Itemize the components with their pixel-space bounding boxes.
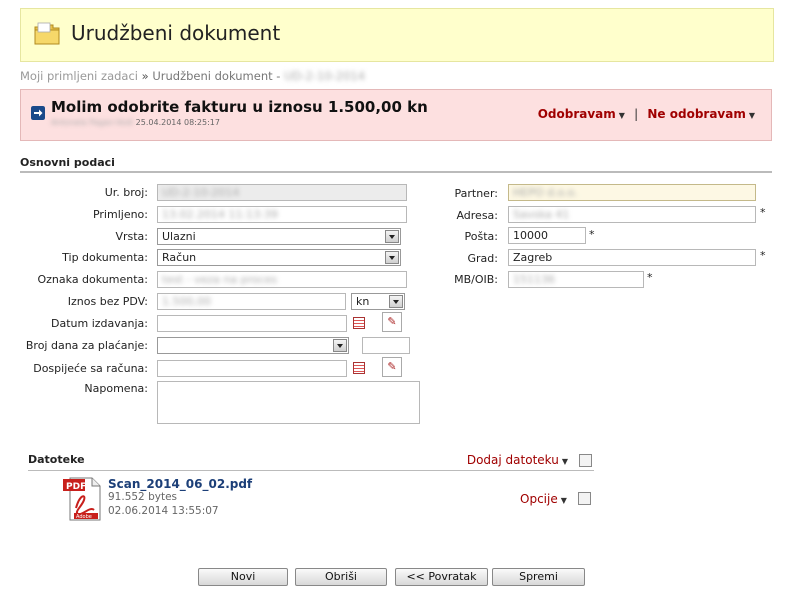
- calendar-icon[interactable]: [353, 317, 365, 329]
- save-button[interactable]: Spremi: [492, 568, 585, 586]
- broj-dana-extra-field[interactable]: [362, 337, 410, 354]
- vrsta-label: Vrsta:: [115, 230, 148, 243]
- new-button[interactable]: Novi: [198, 568, 288, 586]
- currency-select[interactable]: kn: [351, 293, 405, 310]
- file-checkbox[interactable]: [578, 492, 591, 505]
- file-size: 91.552 bytes: [108, 491, 178, 503]
- caret-down-icon: ▼: [748, 111, 755, 120]
- required-mark: *: [647, 271, 653, 284]
- eraser-icon: ✎: [387, 315, 397, 328]
- datum-izdavanja-label: Datum izdavanja:: [51, 317, 148, 330]
- dropdown-arrow-icon: [333, 339, 347, 352]
- vrsta-select[interactable]: Ulazni: [157, 228, 401, 245]
- grad-field[interactable]: Zagreb: [508, 249, 756, 266]
- folder-icon: [34, 22, 60, 45]
- svg-text:PDF: PDF: [66, 482, 86, 492]
- required-mark: *: [589, 228, 595, 241]
- primljeno-label: Primljeno:: [92, 208, 148, 221]
- iznos-field[interactable]: 1.500,00: [157, 293, 346, 310]
- breadcrumb: Moji primljeni zadaci » Urudžbeni dokume…: [20, 69, 365, 83]
- adresa-label: Adresa:: [456, 209, 498, 222]
- task-actions: Odobravam ▼ | Ne odobravam ▼: [538, 107, 755, 121]
- task-meta: Antonela Pagan-Vodi 25.04.2014 08:25:17: [51, 118, 220, 127]
- file-date: 02.06.2014 13:55:07: [108, 505, 219, 517]
- breadcrumb-separator: »: [141, 69, 149, 83]
- tip-dokumenta-select[interactable]: Račun: [157, 249, 401, 266]
- calendar-icon[interactable]: [353, 362, 365, 374]
- posta-label: Pošta:: [464, 230, 498, 243]
- partner-label: Partner:: [454, 187, 499, 200]
- pdf-file-icon: PDF Adobe: [63, 477, 101, 521]
- breadcrumb-parent-link[interactable]: Moji primljeni zadaci: [20, 69, 138, 83]
- iznos-label: Iznos bez PDV:: [67, 295, 148, 308]
- task-title: Molim odobrite fakturu u iznosu 1.500,00…: [51, 98, 428, 116]
- posta-field[interactable]: 10000: [508, 227, 586, 244]
- task-author: Antonela Pagan-Vodi: [51, 118, 134, 127]
- eraser-icon: ✎: [387, 360, 397, 373]
- file-options-link[interactable]: Opcije ▼: [520, 492, 567, 506]
- clear-date-button[interactable]: ✎: [382, 357, 402, 377]
- approval-task-panel: Molim odobrite fakturu u iznosu 1.500,00…: [20, 89, 772, 141]
- add-file-link[interactable]: Dodaj datoteku ▼: [467, 453, 568, 467]
- files-header: Datoteke Dodaj datoteku ▼: [28, 452, 594, 471]
- breadcrumb-doc-id: UD-2-10-2014: [284, 69, 366, 83]
- dospijece-label: Dospijeće sa računa:: [33, 362, 148, 375]
- svg-text:Adobe: Adobe: [76, 514, 92, 520]
- file-name-link[interactable]: Scan_2014_06_02.pdf: [108, 477, 252, 491]
- partner-field[interactable]: HEPO d.o.o.: [508, 184, 756, 201]
- dospijece-field[interactable]: [157, 360, 347, 377]
- clear-date-button[interactable]: ✎: [382, 312, 402, 332]
- dropdown-arrow-icon: [389, 295, 403, 308]
- tip-dokumenta-label: Tip dokumenta:: [62, 251, 148, 264]
- napomena-label: Napomena:: [84, 382, 148, 395]
- caret-down-icon: ▼: [618, 111, 625, 120]
- task-timestamp: 25.04.2014 08:25:17: [135, 118, 220, 127]
- ur-broj-label: Ur. broj:: [104, 186, 148, 199]
- caret-down-icon: ▼: [561, 457, 568, 466]
- back-button[interactable]: << Povratak: [395, 568, 488, 586]
- adresa-field[interactable]: Savska 41: [508, 206, 756, 223]
- caret-down-icon: ▼: [560, 496, 567, 505]
- mb-oib-field[interactable]: 151136: [508, 271, 644, 288]
- action-divider: |: [634, 107, 639, 121]
- napomena-textarea[interactable]: [157, 381, 420, 424]
- page-title: Urudžbeni dokument: [71, 21, 281, 45]
- required-mark: *: [760, 206, 766, 219]
- broj-dana-label: Broj dana za plaćanje:: [25, 339, 148, 352]
- datum-izdavanja-field[interactable]: [157, 315, 347, 332]
- grad-label: Grad:: [467, 252, 498, 265]
- arrow-right-icon: [31, 106, 45, 120]
- required-mark: *: [760, 249, 766, 262]
- breadcrumb-current: Urudžbeni dokument -: [152, 69, 281, 83]
- oznaka-label: Oznaka dokumenta:: [37, 273, 149, 286]
- approve-link[interactable]: Odobravam ▼: [538, 107, 625, 121]
- mb-oib-label: MB/OIB:: [454, 273, 498, 286]
- reject-link[interactable]: Ne odobravam ▼: [647, 107, 755, 121]
- section-title: Osnovni podaci: [20, 156, 772, 173]
- select-all-checkbox[interactable]: [579, 454, 592, 467]
- broj-dana-select[interactable]: [157, 337, 349, 354]
- page-header: Urudžbeni dokument: [20, 8, 774, 62]
- files-title: Datoteke: [28, 453, 85, 466]
- delete-button[interactable]: Obriši: [295, 568, 387, 586]
